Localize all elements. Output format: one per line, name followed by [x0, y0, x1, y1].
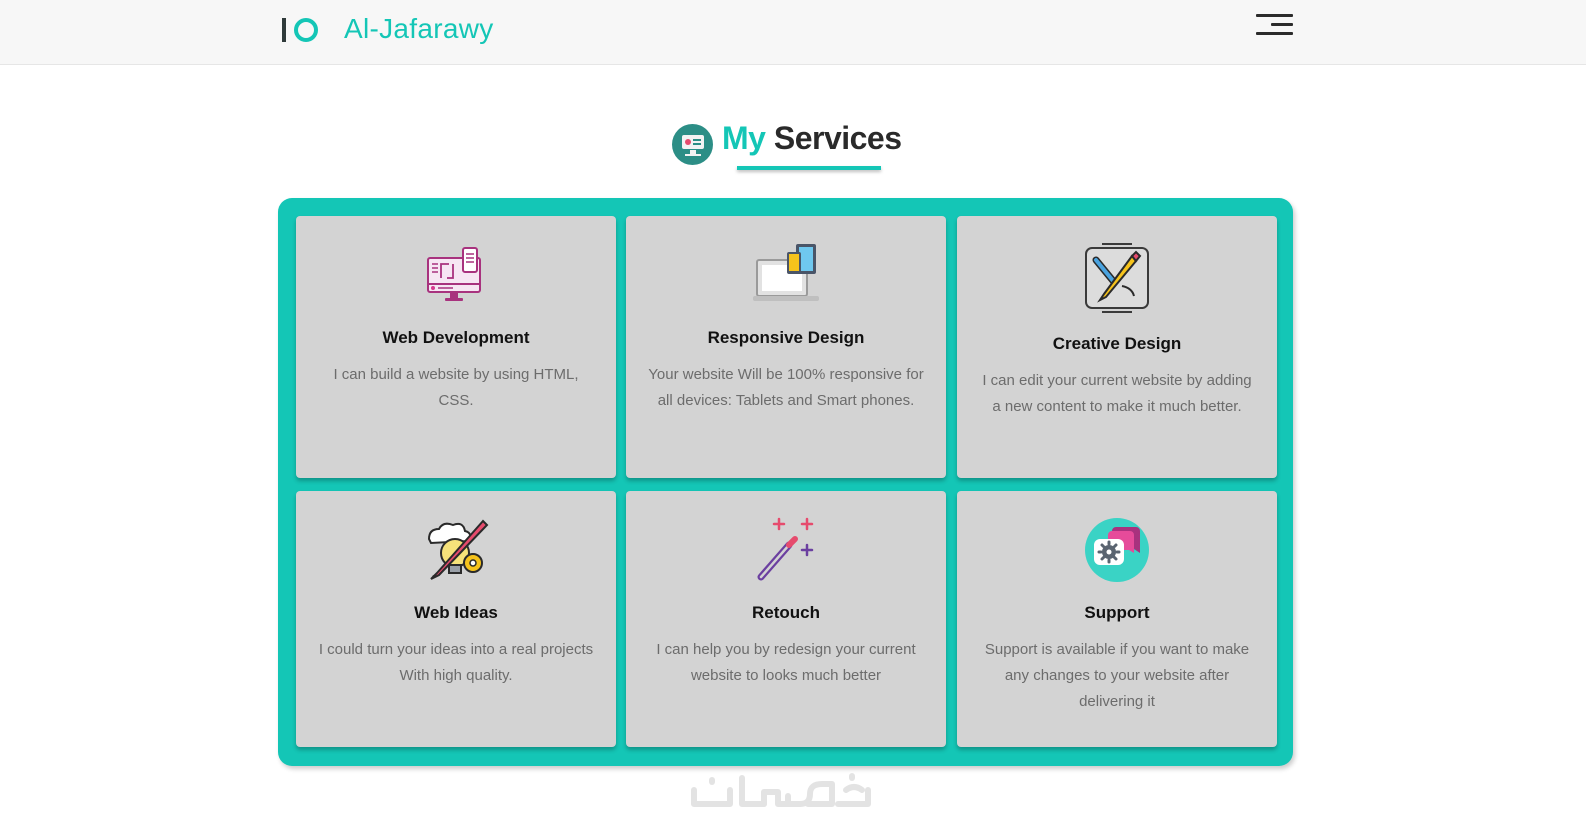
khamsat-watermark-logo [691, 773, 871, 807]
service-title: Web Development [382, 328, 530, 347]
service-card-retouch[interactable]: Retouch I can help you by redesign your … [626, 491, 946, 747]
pencil-design-icon [1085, 243, 1149, 313]
service-card-web-ideas[interactable]: Web Ideas I could turn your ideas into a… [296, 491, 616, 747]
service-title: Support [1084, 603, 1150, 622]
hamburger-menu-icon[interactable] [1256, 14, 1293, 38]
monitor-presentation-icon [672, 124, 713, 165]
service-title: Responsive Design [707, 328, 865, 347]
idea-bulb-icon [427, 519, 489, 580]
service-description: Your website Will be 100% responsive for… [648, 366, 924, 409]
responsive-devices-icon [753, 244, 819, 301]
section-title: My Services [672, 120, 912, 176]
service-card-responsive-design[interactable]: Responsive Design Your website Will be 1… [626, 216, 946, 478]
service-card-creative-design[interactable]: Creative Design I can edit your current … [957, 216, 1277, 478]
service-title: Retouch [752, 603, 820, 622]
navbar: Al-Jafarawy [0, 0, 1586, 65]
brand-name[interactable]: Al-Jafarawy [344, 13, 494, 45]
magic-wand-icon [757, 517, 814, 581]
service-description: Support is available if you want to make… [984, 641, 1250, 710]
page-title: My Services [722, 120, 902, 157]
service-description: I could turn your ideas into a real proj… [318, 641, 594, 684]
service-card-support[interactable]: Support Support is available if you want… [957, 491, 1277, 747]
support-chat-icon [1085, 518, 1149, 582]
service-card-web-development[interactable]: Web Development I can build a website by… [296, 216, 616, 478]
title-rest: Services [773, 120, 902, 156]
services-panel: Web Development I can build a website by… [278, 198, 1293, 766]
title-underline [737, 166, 881, 170]
service-title: Creative Design [1052, 334, 1182, 353]
service-description: I can edit your current website by addin… [982, 372, 1252, 415]
service-title: Web Ideas [414, 603, 498, 622]
logo-icon[interactable] [282, 17, 318, 43]
service-description: I can build a website by using HTML, CSS… [333, 366, 579, 409]
web-development-icon [427, 247, 481, 301]
service-description: I can help you by redesign your current … [656, 641, 916, 684]
title-highlight: My [722, 120, 766, 156]
